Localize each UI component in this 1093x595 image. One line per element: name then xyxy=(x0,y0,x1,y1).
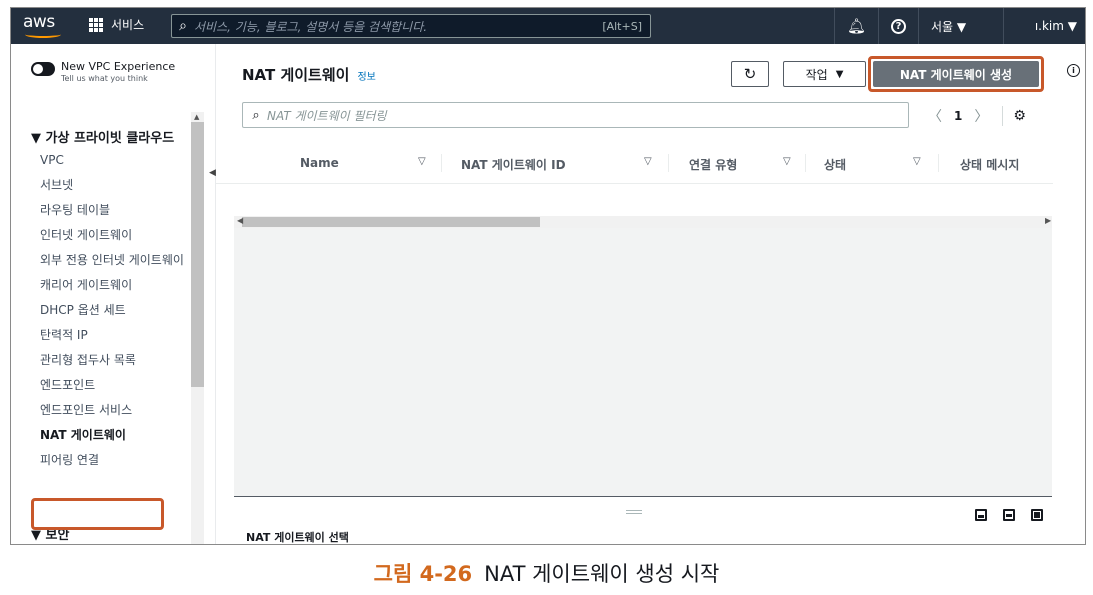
scroll-up-icon[interactable]: ▲ xyxy=(194,113,199,121)
next-page-icon[interactable]: 〉 xyxy=(974,106,988,126)
sort-icon[interactable]: ▽ xyxy=(418,156,426,167)
sidebar-item-subnets[interactable]: 서브넷 xyxy=(40,177,190,194)
grid-icon xyxy=(89,17,103,32)
aws-logo-text: aws xyxy=(23,12,55,32)
sidebar-item-elastic-ip[interactable]: 탄력적 IP xyxy=(40,327,190,344)
sidebar-item-route-tables[interactable]: 라우팅 테이블 xyxy=(40,202,190,219)
search-placeholder: 서비스, 기능, 블로그, 설명서 등을 검색합니다. xyxy=(194,19,428,34)
sort-icon[interactable]: ▽ xyxy=(644,156,652,167)
panel-hide-icon[interactable] xyxy=(1031,509,1043,521)
refresh-button[interactable]: ↻ xyxy=(731,61,769,87)
help-button[interactable]: ? xyxy=(878,8,918,44)
bell-icon: 🔔︎ xyxy=(846,17,866,35)
actions-label: 작업 xyxy=(805,67,828,82)
top-nav: aws 서비스 ⌕ 서비스, 기능, 블로그, 설명서 등을 검색합니다. [A… xyxy=(11,8,1085,44)
drag-handle-icon[interactable] xyxy=(626,510,642,514)
info-panel-icon[interactable]: i xyxy=(1067,64,1080,77)
table-empty-area xyxy=(234,228,1052,496)
column-header-state[interactable]: 상태 xyxy=(824,156,846,173)
sidebar-item-internet-gateways[interactable]: 인터넷 게이트웨이 xyxy=(40,227,190,244)
sidebar-item-nat-gateways[interactable]: NAT 게이트웨이 xyxy=(40,427,190,444)
section-vpc[interactable]: ▼ 가상 프라이빗 클라우드 xyxy=(31,127,174,146)
new-vpc-experience: New VPC Experience Tell us what you thin… xyxy=(31,60,175,83)
split-panel: NAT 게이트웨이 선택 xyxy=(234,496,1052,544)
toggle-title: New VPC Experience xyxy=(61,60,176,73)
account-menu[interactable]: ı.kim ▼ xyxy=(1003,8,1085,44)
figure-caption: 그림 4-26 NAT 게이트웨이 생성 시작 xyxy=(0,558,1093,588)
global-search-input[interactable]: ⌕ 서비스, 기능, 블로그, 설명서 등을 검색합니다. [Alt+S] xyxy=(171,14,651,38)
scroll-left-icon[interactable]: ◀ xyxy=(237,216,243,225)
create-nat-gateway-button[interactable]: NAT 게이트웨이 생성 xyxy=(873,61,1039,87)
sidebar-nav-list: VPC 서브넷 라우팅 테이블 인터넷 게이트웨이 외부 전용 인터넷 게이트웨… xyxy=(40,152,190,477)
refresh-icon: ↻ xyxy=(743,65,757,83)
services-menu[interactable]: 서비스 xyxy=(89,16,144,33)
filter-input[interactable]: ⌕ NAT 게이트웨이 필터링 xyxy=(242,102,909,128)
nat-gateway-highlight xyxy=(31,498,164,530)
column-header-name[interactable]: Name xyxy=(300,156,339,170)
scroll-right-icon[interactable]: ▶ xyxy=(1045,216,1051,225)
sidebar-item-vpc[interactable]: VPC xyxy=(40,152,190,169)
nav-right: 🔔︎ ? 서울 ▼ ı.kim ▼ xyxy=(833,8,1085,44)
page-header: NAT 게이트웨이 정보 xyxy=(242,64,376,85)
info-link[interactable]: 정보 xyxy=(357,68,375,83)
panel-side-icon[interactable] xyxy=(1003,509,1015,521)
help-icon: ? xyxy=(891,18,906,34)
page-title: NAT 게이트웨이 xyxy=(242,66,350,84)
column-header-state-message[interactable]: 상태 메시지 xyxy=(960,156,1019,173)
actions-button[interactable]: 작업 ▼ xyxy=(783,61,866,87)
search-icon: ⌕ xyxy=(252,107,260,123)
caret-down-icon: ▼ xyxy=(835,68,844,80)
services-label: 서비스 xyxy=(111,18,145,32)
column-header-connectivity[interactable]: 연결 유형 xyxy=(689,156,737,173)
region-label: 서울 ▼ xyxy=(931,19,967,34)
aws-smile-icon xyxy=(25,31,61,38)
sidebar-item-carrier-gateways[interactable]: 캐리어 게이트웨이 xyxy=(40,277,190,294)
sidebar-item-endpoint-services[interactable]: 엔드포인트 서비스 xyxy=(40,402,190,419)
aws-logo[interactable]: aws xyxy=(23,11,67,41)
new-experience-toggle[interactable] xyxy=(31,62,55,76)
column-header-id[interactable]: NAT 게이트웨이 ID xyxy=(461,156,566,173)
sort-icon[interactable]: ▽ xyxy=(913,156,921,167)
collapse-sidebar-icon[interactable]: ◀ xyxy=(209,168,216,178)
sidebar: New VPC Experience Tell us what you thin… xyxy=(11,44,216,544)
table-h-scroll-thumb[interactable] xyxy=(242,217,540,227)
sidebar-item-dhcp-options[interactable]: DHCP 옵션 세트 xyxy=(40,302,190,319)
console-window: aws 서비스 ⌕ 서비스, 기능, 블로그, 설명서 등을 검색합니다. [A… xyxy=(10,7,1086,545)
table-header: Name ▽ NAT 게이트웨이 ID ▽ 연결 유형 ▽ 상태 ▽ 상태 메시… xyxy=(216,142,1053,184)
sidebar-item-egress-only-igw[interactable]: 외부 전용 인터넷 게이트웨이 xyxy=(40,252,190,269)
feedback-link[interactable]: Tell us what you think xyxy=(61,74,175,83)
pagination: 〈 1 〉 ⚙ xyxy=(928,106,1026,126)
figure-title: NAT 게이트웨이 생성 시작 xyxy=(484,562,720,586)
sidebar-item-peering[interactable]: 피어링 연결 xyxy=(40,452,190,469)
search-shortcut: [Alt+S] xyxy=(602,19,642,33)
page-number[interactable]: 1 xyxy=(954,109,962,123)
gear-icon[interactable]: ⚙ xyxy=(1013,108,1026,124)
main-content: NAT 게이트웨이 정보 ↻ 작업 ▼ NAT 게이트웨이 생성 i ⌕ NAT… xyxy=(216,44,1085,544)
notifications-button[interactable]: 🔔︎ xyxy=(833,8,878,44)
panel-bottom-icon[interactable] xyxy=(975,509,987,521)
figure-number: 그림 4-26 xyxy=(373,562,473,586)
sort-icon[interactable]: ▽ xyxy=(783,156,791,167)
prev-page-icon[interactable]: 〈 xyxy=(928,106,942,126)
region-selector[interactable]: 서울 ▼ xyxy=(918,8,1003,44)
search-icon: ⌕ xyxy=(179,18,187,34)
user-label: ı.kim ▼ xyxy=(1034,19,1077,33)
sidebar-item-endpoints[interactable]: 엔드포인트 xyxy=(40,377,190,394)
sidebar-scroll-thumb[interactable] xyxy=(191,122,204,387)
filter-placeholder: NAT 게이트웨이 필터링 xyxy=(267,108,387,123)
sidebar-item-prefix-lists[interactable]: 관리형 접두사 목록 xyxy=(40,352,190,369)
split-panel-title: NAT 게이트웨이 선택 xyxy=(246,531,349,544)
